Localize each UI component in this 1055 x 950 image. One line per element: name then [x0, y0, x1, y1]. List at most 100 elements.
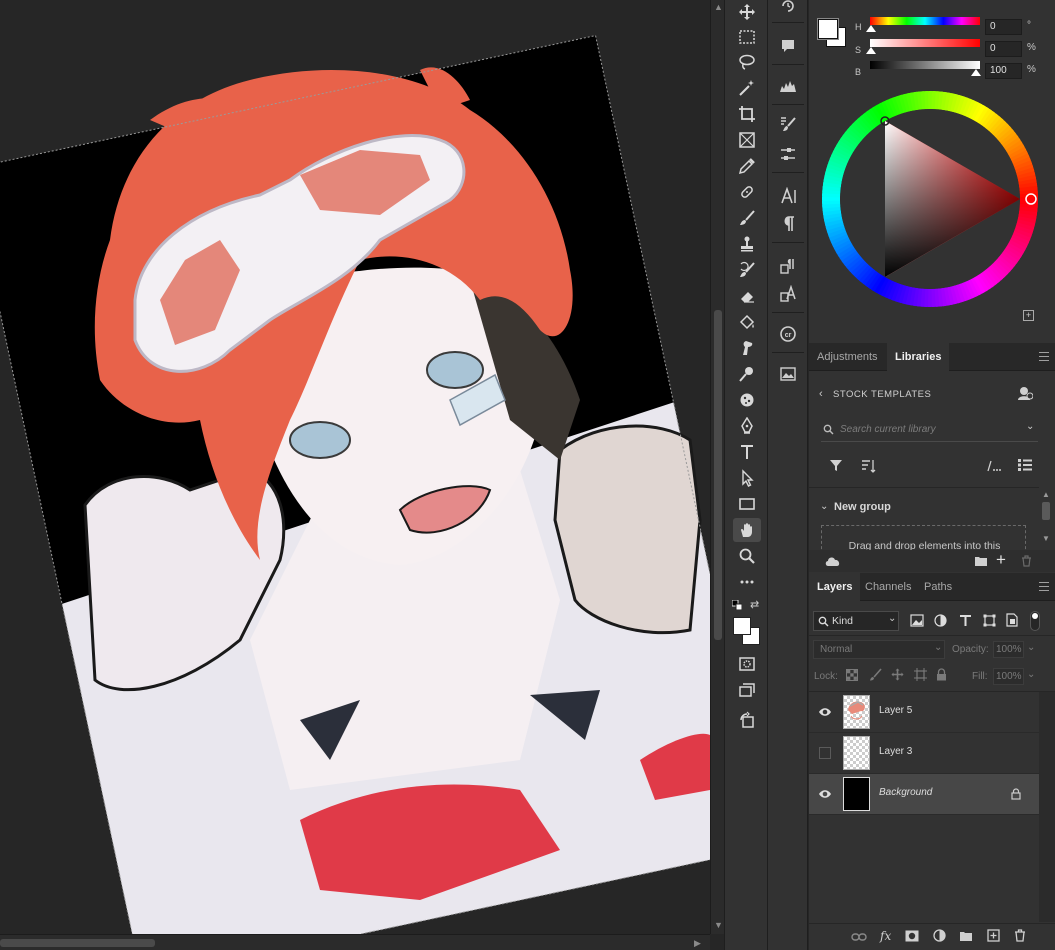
vertical-scroll-thumb[interactable]	[714, 310, 722, 640]
tab-paths[interactable]: Paths	[916, 573, 960, 601]
marquee-tool-icon[interactable]	[733, 25, 761, 49]
library-scrollbar[interactable]: ▲ ▼	[1039, 490, 1053, 550]
lock-all-icon[interactable]	[936, 668, 947, 681]
lock-position-icon[interactable]	[891, 668, 904, 681]
library-grid-view-icon[interactable]	[985, 460, 1001, 472]
fill-field[interactable]: 100%	[993, 668, 1024, 685]
filter-icon[interactable]	[829, 459, 843, 472]
layers-scrollbar[interactable]	[1039, 692, 1055, 922]
blend-mode-select[interactable]: Normal ⌄	[813, 640, 945, 659]
layer-style-fx-icon[interactable]: fx	[880, 929, 891, 943]
library-search-dropdown-icon[interactable]: ⌄	[1026, 421, 1034, 432]
color-wheel[interactable]	[821, 90, 1039, 308]
sort-icon[interactable]	[861, 459, 877, 473]
sponge-tool-icon[interactable]	[733, 388, 761, 412]
filter-type-icon[interactable]	[959, 614, 972, 627]
screen-mode-icon[interactable]	[733, 678, 761, 702]
library-list-view-icon[interactable]	[1017, 458, 1033, 472]
layer-filter-select[interactable]: Kind ⌄	[813, 611, 899, 631]
layers-panel-menu-icon[interactable]	[1039, 582, 1049, 591]
filter-smart-object-icon[interactable]	[1006, 613, 1018, 627]
properties-panel-icon[interactable]	[774, 362, 802, 386]
hue-value-field[interactable]: 0	[985, 19, 1022, 35]
move-tool-icon[interactable]	[733, 0, 761, 24]
smudge-tool-icon[interactable]	[733, 336, 761, 360]
crop-tool-icon[interactable]	[733, 102, 761, 126]
frame-tool-icon[interactable]	[733, 128, 761, 152]
opacity-dropdown-icon[interactable]: ⌄	[1027, 642, 1035, 653]
saturation-value-field[interactable]: 0	[985, 41, 1022, 57]
character-panel-icon[interactable]	[774, 184, 802, 208]
lock-artboard-icon[interactable]	[914, 668, 927, 681]
default-colors-icon[interactable]	[731, 599, 743, 611]
color-panel-add-icon[interactable]: +	[1023, 310, 1034, 321]
new-group-folder-icon[interactable]	[974, 555, 988, 567]
path-selection-tool-icon[interactable]	[733, 466, 761, 490]
zoom-tool-icon[interactable]	[733, 544, 761, 568]
layer-5-name[interactable]: Layer 5	[879, 705, 912, 716]
lasso-tool-icon[interactable]	[733, 50, 761, 74]
library-user-icon[interactable]	[1017, 385, 1033, 401]
libraries-panel-menu-icon[interactable]	[1039, 352, 1049, 361]
link-layers-icon[interactable]	[851, 932, 867, 942]
history-panel-icon[interactable]	[774, 0, 802, 18]
dodge-tool-icon[interactable]	[733, 362, 761, 386]
library-scroll-thumb[interactable]	[1042, 502, 1050, 520]
group-chevron-icon[interactable]: ⌄	[820, 501, 828, 512]
hand-tool-icon[interactable]	[733, 518, 761, 542]
eraser-tool-icon[interactable]	[733, 284, 761, 308]
tab-layers[interactable]: Layers	[809, 573, 861, 601]
library-search-input[interactable]: Search current library	[840, 424, 936, 435]
delete-layer-icon[interactable]	[1014, 929, 1026, 942]
character-styles-panel-icon[interactable]	[774, 282, 802, 306]
new-adjustment-layer-icon[interactable]	[933, 929, 946, 942]
tab-adjustments[interactable]: Adjustments	[809, 343, 886, 371]
creative-cloud-panel-icon[interactable]: cr	[774, 322, 802, 346]
hue-slider-thumb[interactable]	[866, 25, 876, 32]
layer-row-layer-3[interactable]: Layer 3	[809, 733, 1039, 774]
comments-panel-icon[interactable]	[774, 34, 802, 58]
quick-mask-icon[interactable]	[733, 652, 761, 676]
histogram-panel-icon[interactable]	[774, 74, 802, 98]
new-layer-icon[interactable]	[987, 929, 1000, 942]
library-search-box[interactable]: Search current library ⌄	[821, 417, 1038, 442]
horizontal-scroll-thumb[interactable]	[0, 939, 155, 947]
vertical-scrollbar[interactable]: ▲ ▼	[710, 0, 724, 934]
background-layer-name[interactable]: Background	[879, 787, 932, 798]
filter-toggle[interactable]	[1030, 611, 1040, 631]
hue-slider[interactable]	[870, 17, 980, 25]
brush-tool-icon[interactable]	[733, 206, 761, 230]
brightness-slider[interactable]	[870, 61, 980, 69]
opacity-field[interactable]: 100%	[993, 641, 1024, 658]
more-tools-icon[interactable]	[733, 570, 761, 594]
library-group-title[interactable]: New group	[834, 501, 891, 513]
filter-adjustment-icon[interactable]	[934, 614, 947, 627]
new-group-icon[interactable]	[959, 930, 973, 942]
pen-tool-icon[interactable]	[733, 414, 761, 438]
layer-row-layer-5[interactable]: Layer 5	[809, 692, 1039, 733]
color-panel-foreground-swatch[interactable]	[818, 19, 838, 39]
saturation-slider[interactable]	[870, 39, 980, 47]
visibility-toggle-empty[interactable]	[819, 747, 831, 759]
filter-pixel-icon[interactable]	[910, 614, 924, 627]
horizontal-scrollbar[interactable]: ▶	[0, 934, 710, 950]
library-add-icon[interactable]: +	[996, 550, 1006, 570]
brushes-panel-icon[interactable]	[774, 112, 802, 136]
swap-colors-icon[interactable]: ⇄	[750, 599, 762, 611]
paint-bucket-tool-icon[interactable]	[733, 310, 761, 334]
layer-row-background[interactable]: Background	[809, 774, 1039, 815]
scroll-right-arrow-icon[interactable]: ▶	[694, 938, 701, 949]
eyedropper-tool-icon[interactable]	[733, 154, 761, 178]
rotate-view-icon[interactable]	[733, 708, 761, 732]
scroll-up-arrow-icon[interactable]: ▲	[714, 2, 723, 12]
brightness-value-field[interactable]: 100	[985, 63, 1022, 79]
paragraph-styles-panel-icon[interactable]	[774, 254, 802, 278]
visibility-eye-icon[interactable]	[818, 787, 832, 801]
foreground-color-swatch[interactable]	[733, 617, 751, 635]
healing-brush-tool-icon[interactable]	[733, 180, 761, 204]
filter-shape-icon[interactable]	[983, 614, 996, 627]
artwork-canvas-svg[interactable]	[0, 0, 710, 934]
lock-image-pixels-icon[interactable]	[869, 668, 882, 681]
magic-wand-tool-icon[interactable]	[733, 76, 761, 100]
tab-libraries[interactable]: Libraries	[887, 343, 950, 371]
